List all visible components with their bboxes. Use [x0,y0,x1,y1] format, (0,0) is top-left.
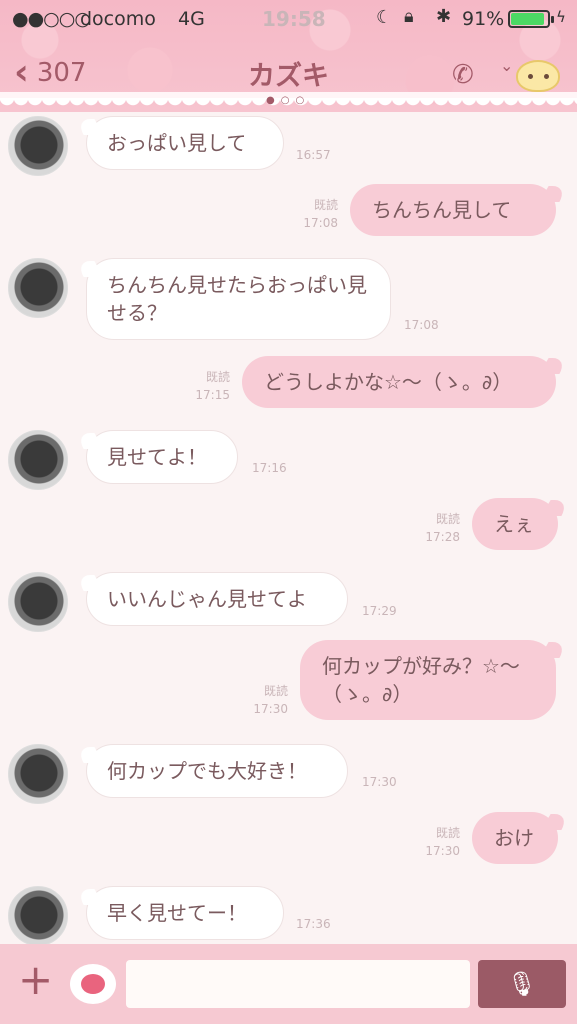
battery-percent: 91% [462,8,505,30]
charging-icon: ϟ [556,8,566,26]
read-label: 既読 [205,370,230,384]
signal-strength: ●●○○○ [12,8,91,30]
message-timestamp: 17:28 [425,530,460,544]
avatar[interactable] [8,430,68,490]
message-timestamp: 16:57 [296,148,331,162]
clock: 19:58 [262,7,326,31]
read-label: 既読 [313,198,338,212]
microphone-icon: 🎙︎ [506,970,538,998]
incoming-message[interactable]: 何カップでも大好き！ [86,744,348,798]
chevron-down-icon[interactable]: ⌄ [500,56,513,75]
message-timestamp: 17:29 [362,604,397,618]
outgoing-message[interactable]: おけ [472,812,558,864]
message-timestamp: 17:30 [425,844,460,858]
read-receipt: 既読 17:30 [420,824,460,860]
outgoing-message[interactable]: 何カップが好み？☆〜（ゝ。∂） [300,640,556,720]
message-timestamp: 17:30 [253,702,288,716]
bluetooth-icon: ✱ [436,6,452,27]
read-label: 既読 [435,826,460,840]
avatar[interactable] [8,572,68,632]
outgoing-message[interactable]: ちんちん見して [350,184,556,236]
rotation-lock-icon: 🔒︎ [404,6,414,27]
page-indicator: ●○○ [266,95,311,106]
chat-header: ●●○○○ docomo 4G 19:58 ☾ 🔒︎ ✱ 91% ϟ ‹ 307… [0,0,577,112]
message-timestamp: 17:08 [303,216,338,230]
incoming-message[interactable]: いいんじゃん見せてよ [86,572,348,626]
composer-bar: + 🎙︎ [0,944,577,1024]
plus-icon[interactable]: + [18,958,53,1002]
incoming-message[interactable]: 見せてよ！ [86,430,238,484]
avatar[interactable] [8,744,68,804]
incoming-message[interactable]: 早く見せてー！ [86,886,284,940]
message-timestamp: 17:15 [195,388,230,402]
battery-icon [508,10,554,28]
message-timestamp: 17:16 [252,461,287,475]
read-receipt: 既読 17:28 [420,510,460,546]
theme-mascot-icon [516,60,560,92]
chat-title: カズキ [248,61,329,92]
read-receipt: 既読 17:15 [190,368,230,404]
outgoing-message[interactable]: どうしよかな☆〜（ゝ。∂） [242,356,556,408]
message-timestamp: 17:30 [362,775,397,789]
phone-icon[interactable]: ✆ [452,60,474,90]
carrier-name: docomo [80,8,156,30]
message-timestamp: 17:36 [296,917,331,931]
message-timestamp: 17:08 [404,318,439,332]
avatar[interactable] [8,886,68,946]
incoming-message[interactable]: おっぱい見して [86,116,284,170]
read-label: 既読 [435,512,460,526]
network-type: 4G [178,8,205,30]
status-bar: ●●○○○ docomo 4G 19:58 ☾ 🔒︎ ✱ 91% ϟ [0,0,577,38]
outgoing-message[interactable]: えぇ [472,498,558,550]
incoming-message[interactable]: ちんちん見せたらおっぱい見せる？ [86,258,391,340]
sticker-icon[interactable] [70,964,116,1004]
microphone-button[interactable]: 🎙︎ [478,960,566,1008]
do-not-disturb-icon: ☾ [376,7,393,28]
read-receipt: 既読 17:08 [298,196,338,232]
avatar[interactable] [8,258,68,318]
read-label: 既読 [263,684,288,698]
avatar[interactable] [8,116,68,176]
read-receipt: 既読 17:30 [248,682,288,718]
message-input[interactable] [126,960,470,1008]
